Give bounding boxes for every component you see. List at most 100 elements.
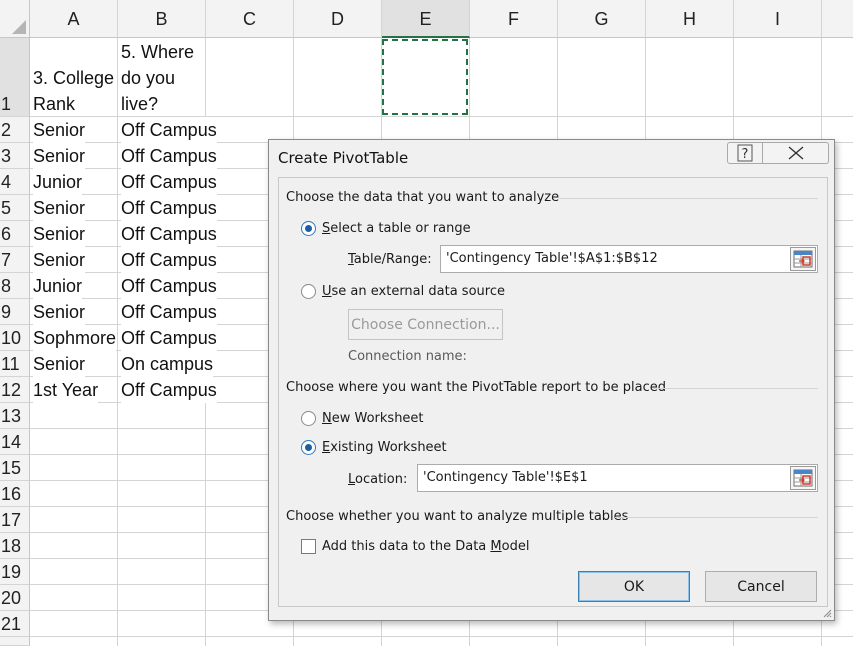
row-header-17[interactable]: 17 [0, 507, 30, 533]
cell-b6[interactable]: Off Campus [121, 221, 217, 247]
cell-b1[interactable]: 5. Where do you live? [121, 39, 194, 117]
cell-a1[interactable]: 3. College Rank [33, 65, 114, 117]
option-select-table-label[interactable]: Select a table or range [322, 221, 471, 236]
column-header-e[interactable]: E [382, 0, 470, 38]
location-label: Location: [348, 472, 407, 487]
row-header-7[interactable]: 7 [0, 247, 30, 273]
section-placement-label: Choose where you want the PivotTable rep… [286, 380, 667, 395]
row-header-20[interactable]: 20 [0, 585, 30, 611]
row-header-18[interactable]: 18 [0, 533, 30, 559]
section-analyze-label: Choose the data that you want to analyze [286, 190, 560, 205]
gridline [117, 38, 118, 646]
cell-a10[interactable]: Sophmore [33, 325, 117, 351]
column-header-d[interactable]: D [294, 0, 382, 38]
cell-a12[interactable]: 1st Year [33, 377, 99, 403]
question-mark-icon: ? [737, 144, 753, 162]
cell-b4[interactable]: Off Campus [121, 169, 217, 195]
radio-select-table[interactable] [301, 221, 316, 236]
option-existing-worksheet-label[interactable]: Existing Worksheet [322, 440, 447, 455]
select-all-corner[interactable] [0, 0, 30, 38]
location-input[interactable]: 'Contingency Table'!$E$1 [417, 464, 818, 492]
row-header-21[interactable]: 21 [0, 611, 30, 637]
row-header-8[interactable]: 8 [0, 273, 30, 299]
row-header-11[interactable]: 11 [0, 351, 30, 377]
option-external-source-label[interactable]: Use an external data source [322, 284, 505, 299]
location-picker-button[interactable] [790, 466, 816, 490]
radio-new-worksheet[interactable] [301, 411, 316, 426]
cell-b2[interactable]: Off Campus [121, 117, 217, 143]
gridline [30, 636, 853, 637]
cell-a11[interactable]: Senior [33, 351, 86, 377]
row-header-12[interactable]: 12 [0, 377, 30, 403]
row-header-1[interactable]: 1 [0, 38, 30, 117]
cell-a3[interactable]: Senior [33, 143, 86, 169]
column-header-c[interactable]: C [206, 0, 294, 38]
table-range-picker-button[interactable] [790, 247, 816, 271]
cell-a8[interactable]: Junior [33, 273, 83, 299]
column-header-h[interactable]: H [646, 0, 734, 38]
table-range-input[interactable]: 'Contingency Table'!$A$1:$B$12 [440, 245, 818, 273]
row-header-2[interactable]: 2 [0, 117, 30, 143]
row-header-5[interactable]: 5 [0, 195, 30, 221]
cell-b12[interactable]: Off Campus [121, 377, 217, 403]
row-header-14[interactable]: 14 [0, 429, 30, 455]
option-text: ew Worksheet [331, 411, 424, 426]
option-text: xisting Worksheet [330, 440, 447, 455]
label-text: able/Range: [353, 252, 432, 267]
column-header-b[interactable]: B [118, 0, 206, 38]
cell-a7[interactable]: Senior [33, 247, 86, 273]
cell-b3[interactable]: Off Campus [121, 143, 217, 169]
radio-external-source[interactable] [301, 284, 316, 299]
row-header-19[interactable]: 19 [0, 559, 30, 585]
label-text: ocation: [355, 472, 408, 487]
cell-b11[interactable]: On campus [121, 351, 214, 377]
accelerator-u: U [322, 284, 332, 299]
option-text: Add this data to the Data [322, 539, 491, 554]
connection-name-label: Connection name: [348, 349, 467, 364]
cell-b7[interactable]: Off Campus [121, 247, 217, 273]
option-text: elect a table or range [330, 221, 471, 236]
row-header-13[interactable]: 13 [0, 403, 30, 429]
column-header-a[interactable]: A [30, 0, 118, 38]
row-header-9[interactable]: 9 [0, 299, 30, 325]
row-header-4[interactable]: 4 [0, 169, 30, 195]
ok-button[interactable]: OK [578, 571, 690, 602]
cell-a4[interactable]: Junior [33, 169, 83, 195]
range-selector-icon [793, 469, 813, 487]
cell-b9[interactable]: Off Campus [121, 299, 217, 325]
section-multiple-tables-label: Choose whether you want to analyze multi… [286, 509, 629, 524]
close-x-icon [788, 146, 803, 160]
cell-a2[interactable]: Senior [33, 117, 86, 143]
help-button[interactable]: ? [727, 142, 763, 164]
resize-grip-icon[interactable] [822, 608, 832, 618]
column-header-j[interactable] [822, 0, 853, 38]
choose-connection-button[interactable]: Choose Connection... [348, 309, 503, 340]
add-to-data-model-checkbox[interactable] [301, 539, 316, 554]
cell-a9[interactable]: Senior [33, 299, 86, 325]
column-header-i[interactable]: I [734, 0, 822, 38]
row-header-6[interactable]: 6 [0, 221, 30, 247]
add-to-data-model-label[interactable]: Add this data to the Data Model [322, 539, 529, 554]
row-header-16[interactable]: 16 [0, 481, 30, 507]
cell-a5[interactable]: Senior [33, 195, 86, 221]
cell-b10[interactable]: Off Campus [121, 325, 217, 351]
accelerator-l: L [348, 472, 356, 487]
option-text: odel [501, 539, 530, 554]
close-button[interactable] [763, 142, 829, 164]
accelerator-m: M [490, 539, 502, 554]
row-header-3[interactable]: 3 [0, 143, 30, 169]
column-header-f[interactable]: F [470, 0, 558, 38]
column-header-g[interactable]: G [558, 0, 646, 38]
cell-a6[interactable]: Senior [33, 221, 86, 247]
range-selector-icon [793, 250, 813, 268]
cell-b5[interactable]: Off Campus [121, 195, 217, 221]
row-header-15[interactable]: 15 [0, 455, 30, 481]
selected-cell-e1-marquee[interactable] [382, 39, 468, 115]
row-header-10[interactable]: 10 [0, 325, 30, 351]
cancel-button[interactable]: Cancel [705, 571, 817, 602]
row-header-22[interactable] [0, 637, 30, 646]
option-new-worksheet-label[interactable]: New Worksheet [322, 411, 424, 426]
create-pivottable-dialog: Create PivotTable ? Choose the data that… [268, 139, 835, 621]
radio-existing-worksheet[interactable] [301, 440, 316, 455]
cell-b8[interactable]: Off Campus [121, 273, 217, 299]
